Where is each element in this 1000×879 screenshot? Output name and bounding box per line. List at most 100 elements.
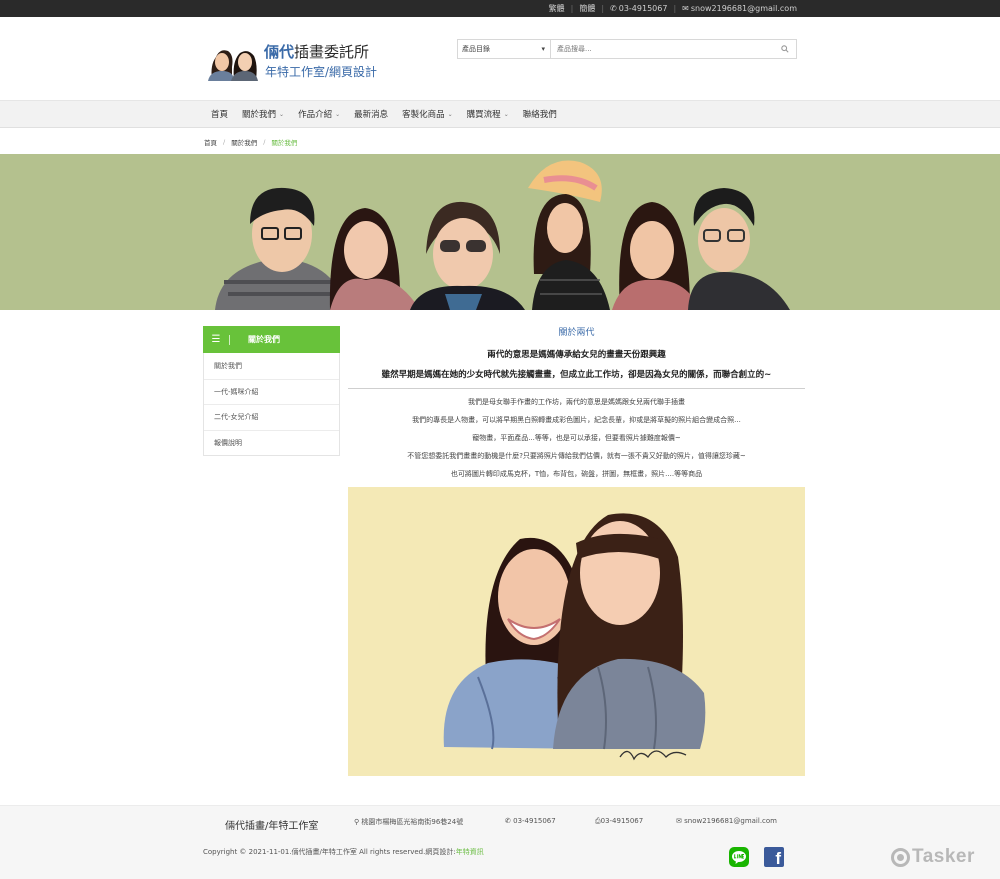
copyright-text: Copyright © 2021-11-01.倆代插畫/年特工作室 All ri… — [203, 848, 456, 856]
site-header: 倆代插畫委託所 年特工作室/網頁設計 產品目錄 ▾ — [0, 17, 1000, 100]
breadcrumb: 首頁 / 關於我們 / 關於我們 — [204, 137, 297, 147]
phone-info: ✆ 03-4915067 — [610, 4, 667, 13]
nav-list: 首頁 關於我們 ⌄ 作品介紹 ⌄ 最新消息 客製化商品 ⌄ 購買流程 ⌄ 聯絡我們 — [204, 101, 564, 127]
sidebar-item-pricing[interactable]: 報價說明 — [204, 429, 339, 456]
footer-email-text: snow2196681@gmail.com — [684, 817, 777, 825]
logo-title: 倆代插畫委託所 — [264, 41, 369, 62]
search-input[interactable] — [551, 40, 774, 58]
divider: | — [570, 4, 574, 13]
sidebar-item-daughter-intro[interactable]: 二代-女兒介紹 — [204, 404, 339, 430]
sidebar-item-mother-intro[interactable]: 一代-媽咪介紹 — [204, 378, 339, 405]
nav-item-about[interactable]: 關於我們 ⌄ — [235, 108, 291, 120]
lang-simplified-link[interactable]: 簡體 — [579, 3, 595, 14]
tasker-watermark: Tasker — [891, 846, 975, 868]
breadcrumb-current: 關於我們 — [271, 139, 298, 147]
nav-item-label: 作品介紹 — [298, 110, 333, 120]
chevron-down-icon: ⌄ — [447, 110, 453, 118]
page-title: 關於兩代 — [558, 328, 595, 338]
search-button[interactable] — [774, 40, 796, 58]
search-icon — [781, 45, 789, 53]
nav-item-label: 關於我們 — [242, 110, 277, 120]
footer-phone: ✆ 03-4915067 — [505, 817, 556, 825]
divider — [229, 334, 230, 345]
footer-address: ⚲ 桃園市楊梅區光裕南街96巷24號 — [354, 817, 463, 827]
nav-item-label: 聯絡我們 — [522, 110, 557, 120]
watermark-text: Tasker — [912, 846, 975, 867]
breadcrumb-divider: / — [223, 138, 226, 146]
footer-email[interactable]: ✉ snow2196681@gmail.com — [676, 817, 777, 825]
content-paragraph: 我們是母女聯手作畫的工作坊，兩代的意思是媽媽跟女兒兩代聯手插畫 — [468, 398, 685, 406]
designer-link[interactable]: 年特資訊 — [456, 848, 484, 856]
sidebar-item-about-us[interactable]: 關於我們 — [204, 353, 339, 379]
nav-item-label: 首頁 — [211, 110, 229, 120]
content-subheading: 雖然早期是媽媽在她的少女時代就先接觸畫畫，但成立此工作坊，卻是因為女兒的關係，而… — [381, 370, 772, 380]
line-button[interactable] — [729, 847, 749, 867]
sidebar-heading: 關於我們 — [248, 335, 280, 344]
envelope-icon: ✉ — [682, 4, 689, 13]
footer-address-text: 桃園市楊梅區光裕南街96巷24號 — [361, 818, 464, 826]
nav-item-custom-products[interactable]: 客製化商品 ⌄ — [395, 108, 460, 120]
chevron-down-icon: ⌄ — [503, 110, 509, 118]
chevron-down-icon: ⌄ — [335, 110, 341, 118]
nav-item-news[interactable]: 最新消息 — [347, 108, 395, 120]
product-search: 產品目錄 ▾ — [457, 39, 797, 59]
footer-phone-text: 03-4915067 — [513, 817, 556, 825]
copyright: Copyright © 2021-11-01.倆代插畫/年特工作室 All ri… — [203, 847, 484, 857]
category-select-label: 產品目錄 — [462, 45, 490, 53]
envelope-icon: ✉ — [676, 817, 682, 825]
category-select[interactable]: 產品目錄 ▾ — [458, 40, 551, 58]
top-bar: 繁體 | 簡體 | ✆ 03-4915067 | ✉ snow2196681@gma… — [0, 0, 1000, 17]
content-paragraph: 也可將圖片轉印成馬克杯，T恤，布背包，碗盤，拼圖，無框畫，照片....等等商品 — [450, 470, 703, 478]
divider: | — [673, 4, 677, 13]
nav-item-label: 客製化商品 — [402, 110, 445, 120]
breadcrumb-home[interactable]: 首頁 — [204, 137, 217, 147]
chevron-down-icon: ⌄ — [279, 110, 285, 118]
mother-daughter-portrait — [348, 487, 805, 776]
content-paragraph: 不管您想委託我們畫畫的動機是什麼?只要將照片傳給我們估價，就有一張不貴又好動的照… — [407, 452, 746, 460]
lang-traditional-link[interactable]: 繁體 — [549, 3, 565, 14]
site-logo[interactable]: 倆代插畫委託所 年特工作室/網頁設計 — [204, 39, 389, 81]
caret-down-icon: ▾ — [541, 45, 545, 53]
footer-fax-text: 03-4915067 — [600, 817, 644, 825]
menu-icon[interactable]: ☰ — [203, 334, 229, 345]
logo-title-highlight: 倆代 — [264, 43, 295, 61]
family-portrait-illustration — [215, 160, 790, 310]
email-text: snow2196681@gmail.com — [690, 4, 797, 13]
tasker-logo-icon — [891, 847, 910, 867]
banner-illustration — [0, 154, 1000, 310]
nav-item-label: 購買流程 — [466, 110, 501, 120]
content-paragraph: 我們的專長是人物畫，可以將早期黑白照轉畫成彩色圖片，紀念長輩，抑或是將草擬的照片… — [412, 416, 741, 424]
footer-company-name: 倆代插畫/年特工作室 — [225, 821, 319, 832]
main-nav: 首頁 關於我們 ⌄ 作品介紹 ⌄ 最新消息 客製化商品 ⌄ 購買流程 ⌄ 聯絡我們 — [0, 100, 1000, 128]
portrait-illustration — [443, 513, 706, 761]
logo-subtitle: 年特工作室/網頁設計 — [265, 65, 378, 79]
nav-item-purchase-process[interactable]: 購買流程 ⌄ — [460, 108, 516, 120]
logo-title-rest: 插畫委託所 — [294, 43, 370, 61]
top-bar-items: 繁體 | 簡體 | ✆ 03-4915067 | ✉ snow2196681@gma… — [549, 3, 797, 14]
nav-item-home[interactable]: 首頁 — [204, 108, 235, 120]
logo-illustration — [208, 50, 258, 81]
sidebar-list: 關於我們 一代-媽咪介紹 二代-女兒介紹 報價說明 — [203, 353, 340, 456]
sidebar: ☰ 關於我們 關於我們 一代-媽咪介紹 二代-女兒介紹 報價說明 — [203, 326, 340, 456]
content-paragraph: 寵物畫，平面產品...等等，也是可以承接，但要看照片據難度報價~ — [472, 434, 681, 442]
nav-item-contact[interactable]: 聯絡我們 — [516, 108, 564, 120]
divider — [348, 388, 805, 389]
line-icon — [732, 851, 746, 864]
sidebar-header: ☰ 關於我們 — [203, 326, 340, 353]
map-marker-icon: ⚲ — [354, 818, 360, 826]
breadcrumb-about[interactable]: 關於我們 — [231, 137, 257, 147]
main-content: 關於兩代 兩代的意思是媽媽傳承給女兒的畫畫天份跟興趣 雖然早期是媽媽在她的少女時… — [348, 320, 805, 776]
facebook-button[interactable]: f — [764, 847, 784, 868]
facebook-icon: f — [775, 849, 781, 868]
divider: | — [601, 4, 605, 13]
phone-icon: ✆ — [505, 817, 511, 825]
phone-text: 03-4915067 — [618, 4, 668, 13]
breadcrumb-divider: / — [263, 138, 266, 146]
footer-fax: ⎙03-4915067 — [595, 817, 643, 826]
nav-item-works[interactable]: 作品介紹 ⌄ — [291, 108, 347, 120]
content-heading: 兩代的意思是媽媽傳承給女兒的畫畫天份跟興趣 — [487, 350, 666, 360]
site-footer: 倆代插畫/年特工作室 ⚲ 桃園市楊梅區光裕南街96巷24號 ✆ 03-49150… — [0, 805, 1000, 879]
nav-item-label: 最新消息 — [354, 110, 389, 120]
email-link[interactable]: ✉ snow2196681@gmail.com — [682, 4, 797, 13]
phone-icon: ✆ — [610, 4, 617, 13]
